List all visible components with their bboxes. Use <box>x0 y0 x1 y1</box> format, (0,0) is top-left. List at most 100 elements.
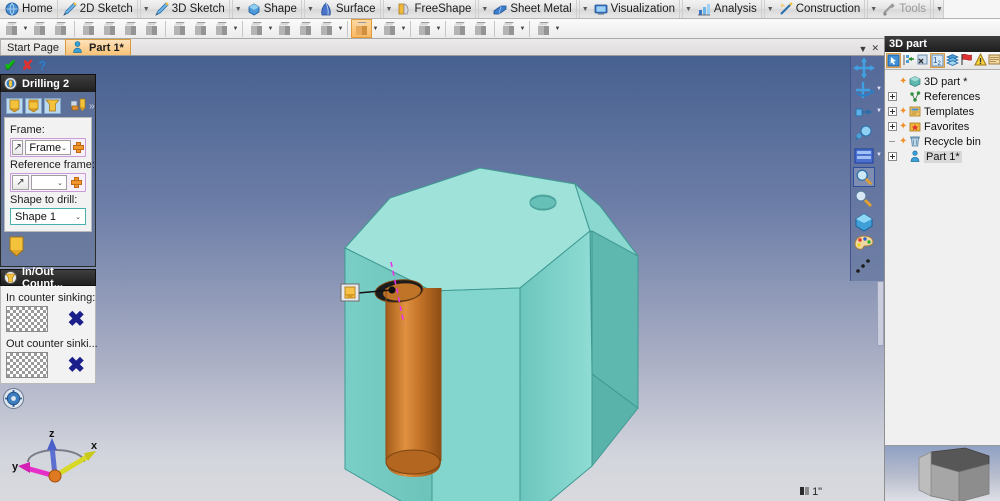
menu-item-visualization[interactable]: Visualization <box>589 0 680 18</box>
pattern-tool[interactable] <box>498 19 519 38</box>
menu-item-home[interactable]: Home <box>0 0 58 18</box>
bolt-tool[interactable] <box>379 19 400 38</box>
drilling-tool[interactable] <box>351 19 372 38</box>
countersink-hole-tool[interactable] <box>44 98 61 114</box>
box-solid-tool[interactable] <box>1 19 22 38</box>
menu-caret-icon[interactable]: ▼ <box>763 0 774 18</box>
frame-combo[interactable]: Frame ⌄ <box>25 140 71 155</box>
tree-item-recycle-bin[interactable]: ✦ Recycle bin <box>888 134 998 149</box>
chamfer-tool[interactable] <box>141 19 162 38</box>
expand-toggle-icon[interactable] <box>888 122 897 131</box>
simple-hole-tool[interactable] <box>6 98 23 114</box>
counterbore-hole-tool[interactable] <box>25 98 42 114</box>
expand-toggle-icon[interactable] <box>888 107 897 116</box>
sort-order-icon[interactable]: 12 <box>930 53 945 68</box>
tree-item-favorites[interactable]: ✦ Favorites <box>888 119 998 134</box>
menu-caret-icon[interactable]: ▼ <box>231 0 242 18</box>
3d-viewport[interactable]: ▼ ▼ ▼ <box>0 56 884 501</box>
pan-all-icon[interactable] <box>853 56 875 78</box>
rotate-icon[interactable] <box>853 79 875 99</box>
out-counter-sinking-swatch[interactable] <box>6 352 48 378</box>
tree-item-references[interactable]: References <box>888 89 998 104</box>
menu-caret-icon[interactable]: ▼ <box>303 0 314 18</box>
hollow-tool-dropdown-icon[interactable]: ▼ <box>337 26 344 32</box>
color-palette-icon[interactable] <box>853 233 875 253</box>
dialog-settings-button[interactable] <box>0 384 96 412</box>
boolean-union-tool[interactable] <box>449 19 470 38</box>
menu-item-tools[interactable]: Tools <box>877 0 932 18</box>
loft-tool[interactable] <box>190 19 211 38</box>
bolt-tool-dropdown-icon[interactable]: ▼ <box>400 26 407 32</box>
tab-close-icon[interactable]: ✕ <box>871 43 879 54</box>
menu-item-sheet-metal[interactable]: Sheet Metal <box>488 0 577 18</box>
menu-caret-icon[interactable]: ▼ <box>933 0 943 18</box>
shade-view-icon[interactable] <box>853 211 875 232</box>
blend-tool-dropdown-icon[interactable]: ▼ <box>232 26 239 32</box>
menu-item-construction[interactable]: Construction <box>774 0 866 18</box>
material-palette-tool-dropdown-icon[interactable]: ▼ <box>435 26 442 32</box>
flag-icon[interactable] <box>960 53 973 68</box>
hollow-tool[interactable] <box>316 19 337 38</box>
menu-caret-icon[interactable]: ▼ <box>578 0 589 18</box>
menu-caret-icon[interactable]: ▼ <box>382 0 392 18</box>
shape-to-drill-combo[interactable]: Shape 1 ⌄ <box>10 208 86 225</box>
tree-item-templates[interactable]: ✦ Templates <box>888 104 998 119</box>
extrude-tool[interactable] <box>169 19 190 38</box>
out-counter-sinking-clear-icon[interactable]: ✖ <box>67 355 85 376</box>
menu-caret-icon[interactable]: ▼ <box>681 0 692 18</box>
menu-item-surface[interactable]: Surface <box>314 0 381 18</box>
magnify-icon[interactable] <box>853 167 875 187</box>
in-counter-sinking-clear-icon[interactable]: ✖ <box>67 309 85 330</box>
expand-toggle-icon[interactable] <box>888 152 897 161</box>
tab-list-caret-icon[interactable]: ▼ <box>859 44 868 54</box>
confirm-help-icon[interactable]: ? <box>38 59 46 72</box>
expand-toggle-icon[interactable] <box>888 92 897 101</box>
threaded-hole-tool[interactable] <box>70 98 87 114</box>
tree-item-3d-part[interactable]: ✦ 3D part * <box>888 74 998 89</box>
pattern-tool-dropdown-icon[interactable]: ▼ <box>519 26 526 32</box>
drilling-tool-dropdown-icon[interactable]: ▼ <box>372 26 379 32</box>
frame-pick-arrow-icon[interactable]: ↗ <box>12 140 24 155</box>
zoom-out-icon[interactable] <box>853 189 875 209</box>
measure-tool[interactable] <box>533 19 554 38</box>
menu-item-3d-sketch[interactable]: 3D Sketch <box>150 0 230 18</box>
box-solid-tool-dropdown-icon[interactable]: ▼ <box>22 26 29 32</box>
in-counter-sinking-swatch[interactable] <box>6 306 48 332</box>
menu-item-shape[interactable]: Shape <box>242 0 302 18</box>
viewport-scrollbar[interactable] <box>877 281 884 346</box>
tab-start-page[interactable]: Start Page <box>0 39 66 55</box>
reference-frame-combo[interactable]: ⌄ <box>31 175 67 190</box>
axis-orientation-gizmo[interactable]: z x y <box>8 428 104 494</box>
shell-tool-dropdown-icon[interactable]: ▼ <box>267 26 274 32</box>
cylinder-tool[interactable] <box>78 19 99 38</box>
measure-tool-dropdown-icon[interactable]: ▼ <box>554 26 561 32</box>
boolean-subtract-tool[interactable] <box>470 19 491 38</box>
reference-frame-add-button[interactable] <box>69 175 84 190</box>
confirm-cancel-icon[interactable]: ✘ <box>22 58 34 72</box>
properties-icon[interactable] <box>988 53 1000 68</box>
box-wireframe-tool[interactable] <box>29 19 50 38</box>
menu-caret-icon[interactable]: ▼ <box>139 0 150 18</box>
zoom-window-icon-dropdown-icon[interactable]: ▼ <box>875 108 882 114</box>
more-options-icon[interactable] <box>853 255 875 275</box>
reference-frame-pick-arrow-icon[interactable]: ↗ <box>12 175 29 190</box>
hole-preview-icon[interactable] <box>4 232 92 263</box>
expand-tree-icon[interactable] <box>902 53 915 68</box>
menu-item-analysis[interactable]: Analysis <box>692 0 762 18</box>
menu-caret-icon[interactable]: ▼ <box>478 0 488 18</box>
zoom-window-icon[interactable] <box>853 101 875 121</box>
trim-tool[interactable] <box>295 19 316 38</box>
zoom-fit-icon[interactable] <box>853 123 875 143</box>
draft-tool[interactable] <box>274 19 295 38</box>
layers-icon[interactable] <box>946 53 959 68</box>
expand-options-chevron-icon[interactable]: » <box>89 101 95 112</box>
blend-tool[interactable] <box>211 19 232 38</box>
cone-tool[interactable] <box>99 19 120 38</box>
material-palette-tool[interactable] <box>414 19 435 38</box>
tree-item-part-1[interactable]: Part 1* <box>888 149 998 164</box>
confirm-ok-icon[interactable]: ✔ <box>4 58 17 73</box>
select-mode-icon[interactable] <box>886 53 901 68</box>
section-view-icon[interactable] <box>853 145 875 165</box>
menu-item-2d-sketch[interactable]: 2D Sketch <box>58 0 138 18</box>
menu-item-freeshape[interactable]: FreeShape <box>392 0 477 18</box>
